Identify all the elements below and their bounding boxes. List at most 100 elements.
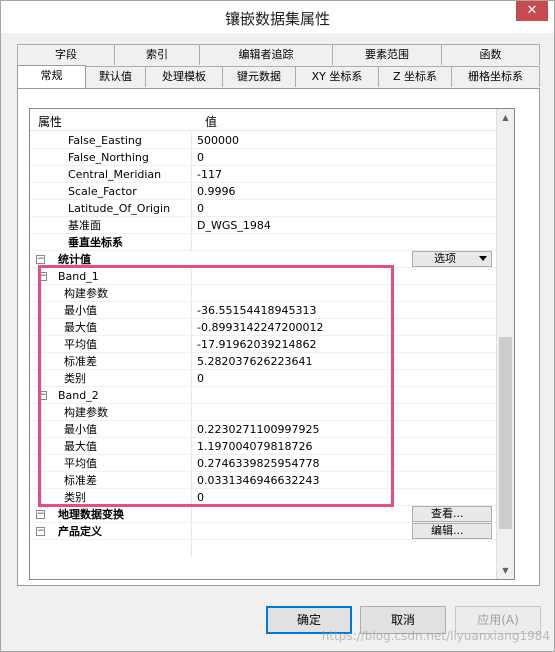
- property-row[interactable]: 平均值 -17.91962039214862: [30, 336, 496, 353]
- row-value: 0: [197, 202, 204, 215]
- collapse-icon[interactable]: −: [38, 272, 47, 281]
- property-row[interactable]: 最大值 1.197004079818726: [30, 438, 496, 455]
- column-divider: [191, 387, 192, 404]
- column-divider: [191, 370, 192, 387]
- row-name: 基准面: [68, 219, 101, 232]
- row-value: 0.2746339825954778: [197, 457, 320, 470]
- row-name: Latitude_Of_Origin: [68, 202, 171, 215]
- apply-button[interactable]: 应用(A): [455, 606, 541, 634]
- column-divider: [191, 336, 192, 353]
- property-row[interactable]: 平均值 0.2746339825954778: [30, 455, 496, 472]
- column-divider: [191, 268, 192, 285]
- collapse-icon[interactable]: −: [36, 255, 45, 264]
- row-name: 类别: [64, 372, 86, 385]
- row-name: Band_2: [58, 389, 99, 402]
- header-value: 值: [205, 115, 218, 129]
- tab-feature-extent[interactable]: 要素范围: [332, 44, 442, 65]
- collapse-icon[interactable]: −: [38, 391, 47, 400]
- tab-functions[interactable]: 函数: [441, 44, 540, 65]
- row-name: Central_Meridian: [68, 168, 162, 181]
- title-bar: 镶嵌数据集属性 ✕: [1, 1, 554, 33]
- tab-z-coordinate-system[interactable]: Z 坐标系: [378, 66, 452, 87]
- row-name: 平均值: [64, 457, 97, 470]
- column-divider: [191, 489, 192, 506]
- options-label: 选项: [434, 252, 456, 265]
- property-row[interactable]: 标准差 0.0331346946632243: [30, 472, 496, 489]
- property-row[interactable]: Scale_Factor 0.9996: [30, 183, 496, 200]
- row-name: Scale_Factor: [68, 185, 137, 198]
- row-value: -17.91962039214862: [197, 338, 317, 351]
- row-name: 最小值: [64, 423, 97, 436]
- collapse-icon[interactable]: −: [36, 510, 45, 519]
- edit-button[interactable]: 编辑...: [412, 523, 492, 539]
- property-row[interactable]: 最小值 -36.55154418945313: [30, 302, 496, 319]
- row-name: 类别: [64, 491, 86, 504]
- tab-raster-coordinate-system[interactable]: 栅格坐标系: [451, 66, 540, 87]
- column-divider: [191, 149, 192, 166]
- tab-key-metadata[interactable]: 键元数据: [222, 66, 296, 87]
- column-divider: [191, 353, 192, 370]
- row-name: False_Northing: [68, 151, 149, 164]
- property-row-geo-transform[interactable]: − 地理数据变换 查看...: [30, 506, 496, 523]
- row-name: 地理数据变换: [58, 508, 124, 521]
- tab-xy-coordinate-system[interactable]: XY 坐标系: [295, 66, 379, 87]
- property-row[interactable]: 垂直坐标系: [30, 234, 496, 251]
- row-name: 垂直坐标系: [68, 236, 123, 249]
- property-row-band[interactable]: − Band_2: [30, 387, 496, 404]
- tab-processing-templates[interactable]: 处理模板: [145, 66, 223, 87]
- property-row-product-definition[interactable]: − 产品定义 编辑...: [30, 523, 496, 540]
- property-row-statistics[interactable]: − 统计值 选项: [30, 251, 496, 268]
- column-divider: [191, 302, 192, 319]
- row-value: 0.2230271100997925: [197, 423, 320, 436]
- view-button[interactable]: 查看...: [412, 506, 492, 522]
- column-divider: [191, 438, 192, 455]
- column-divider: [191, 319, 192, 336]
- column-divider: [191, 455, 192, 472]
- window-title: 镶嵌数据集属性: [224, 10, 330, 28]
- property-row[interactable]: 构建参数: [30, 285, 496, 302]
- column-divider: [191, 404, 192, 421]
- column-divider: [191, 234, 192, 251]
- scrollbar-thumb[interactable]: [499, 337, 512, 529]
- row-value: 500000: [197, 134, 239, 147]
- tab-indexes[interactable]: 索引: [114, 44, 200, 65]
- property-row[interactable]: False_Easting 500000: [30, 132, 496, 149]
- tab-fields[interactable]: 字段: [17, 44, 115, 65]
- column-divider: [191, 506, 192, 523]
- general-tab-panel: 属性 值 False_Easting 500000 False_Northing 0…: [17, 88, 540, 586]
- ok-button[interactable]: 确定: [266, 606, 352, 634]
- tab-defaults[interactable]: 默认值: [85, 66, 146, 87]
- property-row[interactable]: 最大值 -0.8993142247200012: [30, 319, 496, 336]
- property-row[interactable]: 最小值 0.2230271100997925: [30, 421, 496, 438]
- column-divider: [191, 200, 192, 217]
- property-row[interactable]: 类别 0: [30, 489, 496, 506]
- row-value: 0: [197, 491, 204, 504]
- column-divider: [191, 540, 192, 557]
- row-name: 平均值: [64, 338, 97, 351]
- property-row[interactable]: Central_Meridian -117: [30, 166, 496, 183]
- vertical-scrollbar[interactable]: ▲ ▼: [496, 109, 514, 579]
- property-row[interactable]: 类别 0: [30, 370, 496, 387]
- row-value: 0: [197, 372, 204, 385]
- tab-general[interactable]: 常规: [17, 65, 86, 88]
- row-name: 统计值: [58, 253, 91, 266]
- column-divider: [191, 183, 192, 200]
- tab-editor-tracking[interactable]: 编辑者追踪: [199, 44, 333, 65]
- close-button[interactable]: ✕: [516, 1, 548, 21]
- property-row[interactable]: 基准面 D_WGS_1984: [30, 217, 496, 234]
- row-value: -0.8993142247200012: [197, 321, 324, 334]
- row-value: -117: [197, 168, 222, 181]
- column-divider: [191, 285, 192, 302]
- property-row[interactable]: Latitude_Of_Origin 0: [30, 200, 496, 217]
- cancel-button[interactable]: 取消: [360, 606, 446, 634]
- property-row[interactable]: 构建参数: [30, 404, 496, 421]
- collapse-icon[interactable]: −: [36, 527, 45, 536]
- options-dropdown-button[interactable]: 选项: [412, 251, 492, 267]
- property-grid[interactable]: 属性 值 False_Easting 500000 False_Northing 0…: [29, 108, 515, 580]
- property-row[interactable]: 标准差 5.282037626223641: [30, 353, 496, 370]
- row-name: 构建参数: [64, 287, 108, 300]
- scroll-down-icon[interactable]: ▼: [497, 562, 514, 579]
- property-row[interactable]: False_Northing 0: [30, 149, 496, 166]
- property-row-band[interactable]: − Band_1: [30, 268, 496, 285]
- scroll-up-icon[interactable]: ▲: [497, 109, 514, 126]
